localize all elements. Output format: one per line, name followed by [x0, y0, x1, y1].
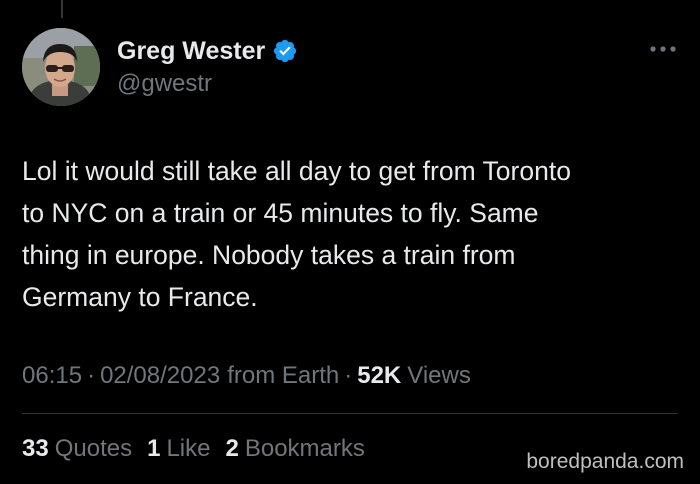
avatar-image	[22, 28, 100, 106]
bookmarks-count: 2	[225, 435, 239, 462]
tweet-body-text: Lol it would still take all day to get f…	[22, 156, 571, 312]
tweet-time[interactable]: 06:15	[22, 362, 82, 390]
likes-count: 1	[147, 435, 161, 462]
quotes-label: Quotes	[54, 435, 133, 462]
engagement-stats: 33 Quotes 1 Like 2 Bookmarks	[22, 435, 380, 463]
thread-connector-line	[61, 0, 63, 18]
likes-label: Like	[166, 435, 211, 462]
more-dots-icon	[650, 46, 676, 52]
views-label: Views	[407, 362, 471, 389]
tweet-meta: 06:15 · 02/08/2023 from Earth · 52K View…	[22, 362, 471, 390]
author-handle[interactable]: @gwestr	[117, 70, 212, 98]
tweet-date[interactable]: 02/08/2023	[100, 362, 220, 390]
meta-separator: ·	[344, 362, 353, 389]
author-header: Greg Wester	[117, 36, 298, 66]
views-count: 52K	[357, 362, 402, 389]
bookmarks-label: Bookmarks	[244, 435, 365, 462]
tweet-source: from Earth	[227, 362, 340, 389]
verified-badge-icon[interactable]	[272, 38, 298, 64]
likes-stat[interactable]: 1 Like	[147, 435, 210, 463]
divider	[22, 413, 678, 414]
meta-separator: ·	[87, 362, 96, 389]
more-options-button[interactable]	[646, 34, 680, 64]
author-name[interactable]: Greg Wester	[117, 37, 265, 66]
quotes-count: 33	[22, 435, 49, 462]
bookmarks-stat[interactable]: 2 Bookmarks	[225, 435, 364, 463]
quotes-stat[interactable]: 33 Quotes	[22, 435, 132, 463]
avatar[interactable]	[22, 28, 100, 106]
watermark: boredpanda.com	[526, 450, 684, 473]
